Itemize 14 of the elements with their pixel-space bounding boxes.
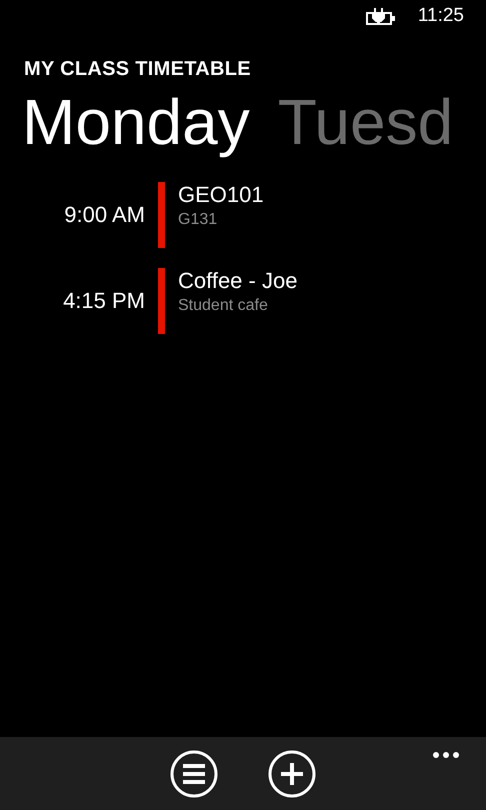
- event-title: Coffee - Joe: [178, 268, 298, 294]
- pivot-header[interactable]: Monday: [22, 86, 250, 160]
- more-options-icon[interactable]: [432, 751, 460, 759]
- list-button[interactable]: [169, 748, 219, 798]
- pivot-header[interactable]: Tuesd: [278, 86, 454, 160]
- add-button[interactable]: [267, 748, 317, 798]
- event-location: Student cafe: [178, 296, 269, 316]
- event-location: G131: [178, 210, 218, 230]
- battery-charging-icon: [366, 7, 398, 25]
- event-time: 4:15 PM: [62, 287, 146, 316]
- app-title: MY CLASS TIMETABLE: [24, 57, 252, 82]
- event-time: 9:00 AM: [63, 201, 146, 230]
- clock-time: 11:25: [418, 4, 464, 28]
- event-title: GEO101: [178, 182, 264, 208]
